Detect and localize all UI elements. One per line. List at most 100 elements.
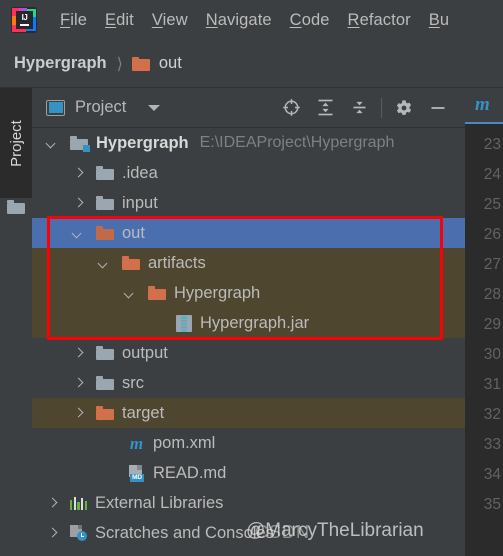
- tree-node-out[interactable]: out: [32, 218, 465, 248]
- tree-node-label: out: [122, 223, 145, 242]
- maven-icon: m: [475, 94, 490, 115]
- tree-node-external-libraries[interactable]: External Libraries: [32, 488, 465, 518]
- tree-node-label: Hypergraph: [96, 133, 189, 152]
- folder-gray-icon: [96, 196, 114, 210]
- line-number: 24: [483, 166, 501, 183]
- tree-node-artifacts[interactable]: artifacts: [32, 248, 465, 278]
- tree-node-label: target: [122, 403, 165, 422]
- project-window-icon: [46, 99, 65, 116]
- chevron-down-icon[interactable]: [72, 227, 85, 240]
- chevron-right-icon[interactable]: [46, 497, 59, 510]
- line-number: 27: [483, 256, 501, 273]
- line-number: 23: [483, 136, 501, 153]
- project-panel-title: Project: [75, 98, 127, 116]
- line-number: 34: [483, 466, 501, 483]
- chevron-right-icon[interactable]: [72, 347, 85, 360]
- menu-item-build[interactable]: Bu: [420, 8, 458, 33]
- chevron-right-icon: ⟩: [116, 55, 123, 73]
- chevron-down-icon[interactable]: [46, 137, 59, 150]
- chevron-right-icon[interactable]: [72, 377, 85, 390]
- tree-node-label: READ.md: [153, 463, 227, 482]
- toolbar-divider: [381, 97, 382, 118]
- folder-gray-icon: [7, 200, 25, 215]
- minimize-icon[interactable]: [421, 91, 455, 125]
- folder-gray-icon: [96, 346, 114, 360]
- folder-gray-icon: [96, 166, 114, 180]
- libraries-icon: [70, 496, 88, 510]
- folder-orange-icon: [131, 56, 150, 71]
- folder-orange-icon: [96, 406, 114, 420]
- menu-item-navigate[interactable]: Navigate: [197, 8, 281, 33]
- editor-area: m 23 24 25 26 27 28 29 30 31 32 33 34 35: [465, 88, 503, 556]
- project-panel-toolbar: [274, 91, 465, 125]
- tree-node-label: Hypergraph: [174, 283, 261, 302]
- module-folder-icon: [70, 136, 90, 152]
- breadcrumb-leaf[interactable]: out: [159, 54, 182, 73]
- scratches-icon: [70, 525, 87, 541]
- line-number: 29: [483, 316, 501, 333]
- chevron-down-icon[interactable]: [124, 287, 137, 300]
- tree-node-label: output: [122, 343, 168, 362]
- folder-orange-icon: [148, 286, 166, 300]
- chevron-down-icon[interactable]: [148, 104, 161, 111]
- breadcrumb-root[interactable]: Hypergraph: [14, 54, 107, 73]
- folder-orange-icon: [122, 256, 140, 270]
- menu-bar: IJ File Edit View Navigate Code Refactor…: [0, 0, 503, 40]
- line-number: 33: [483, 436, 501, 453]
- tree-node-label: Hypergraph.jar: [200, 313, 310, 332]
- chevron-right-icon[interactable]: [72, 167, 85, 180]
- jar-icon: [176, 314, 192, 332]
- tree-node-label: External Libraries: [95, 493, 224, 512]
- locate-icon[interactable]: [274, 91, 308, 125]
- menu-item-refactor[interactable]: Refactor: [339, 8, 420, 33]
- tool-window-stripe-left: Project: [0, 88, 32, 556]
- intellij-idea-logo: IJ: [11, 7, 37, 33]
- line-number: 35: [483, 496, 501, 513]
- maven-icon: m: [129, 433, 144, 453]
- folder-gray-icon: [96, 376, 114, 390]
- tree-node-pom-xml[interactable]: m pom.xml: [32, 428, 465, 458]
- tree-node-hypergraph[interactable]: Hypergraph E:\IDEAProject\Hypergraph: [32, 128, 465, 158]
- editor-gutter: 23 24 25 26 27 28 29 30 31 32 33 34 35: [465, 124, 503, 520]
- watermark-text: @MarcyTheLibrarian: [246, 520, 424, 541]
- menu-item-edit[interactable]: Edit: [96, 8, 143, 33]
- tree-node-target[interactable]: target: [32, 398, 465, 428]
- chevron-right-icon[interactable]: [72, 407, 85, 420]
- project-tree: Hypergraph E:\IDEAProject\Hypergraph .id…: [32, 128, 465, 548]
- tree-node-src[interactable]: src: [32, 368, 465, 398]
- tree-node-label: artifacts: [148, 253, 206, 272]
- chevron-down-icon[interactable]: [98, 257, 111, 270]
- tree-node-output[interactable]: output: [32, 338, 465, 368]
- tree-node-input[interactable]: input: [32, 188, 465, 218]
- tree-node-label: input: [122, 193, 158, 212]
- tree-node-artifact-hypergraph[interactable]: Hypergraph: [32, 278, 465, 308]
- tree-node-hypergraph-jar[interactable]: Hypergraph.jar: [32, 308, 465, 338]
- tree-node-label: src: [122, 373, 144, 392]
- line-number: 32: [483, 406, 501, 423]
- editor-tab-pom-xml[interactable]: m: [465, 88, 503, 124]
- chevron-right-icon[interactable]: [72, 197, 85, 210]
- tree-node-read-md[interactable]: MD READ.md: [32, 458, 465, 488]
- menu-item-view[interactable]: View: [143, 8, 197, 33]
- line-number: 26: [483, 226, 501, 243]
- menu-item-file[interactable]: File: [51, 8, 96, 33]
- collapse-all-icon[interactable]: [342, 91, 376, 125]
- markdown-icon: MD: [128, 464, 145, 482]
- line-number: 25: [483, 196, 501, 213]
- chevron-right-icon[interactable]: [46, 527, 59, 540]
- menu-item-code[interactable]: Code: [281, 8, 339, 33]
- gear-icon[interactable]: [387, 91, 421, 125]
- tree-node-path: E:\IDEAProject\Hypergraph: [199, 134, 395, 151]
- project-panel-header: Project: [32, 88, 465, 128]
- breadcrumb: Hypergraph ⟩ out: [0, 40, 503, 88]
- tool-stripe-label: Project: [7, 119, 25, 167]
- tree-node-idea[interactable]: .idea: [32, 158, 465, 188]
- expand-all-icon[interactable]: [308, 91, 342, 125]
- line-number: 28: [483, 286, 501, 303]
- line-number: 30: [483, 346, 501, 363]
- project-tool-window: Project Hypergraph E:\IDEAProject\Hyperg…: [32, 88, 465, 556]
- tree-node-label: pom.xml: [153, 433, 216, 452]
- tool-stripe-button-project[interactable]: Project: [0, 88, 32, 198]
- folder-orange-icon: [96, 226, 114, 240]
- tree-node-label: .idea: [122, 163, 158, 182]
